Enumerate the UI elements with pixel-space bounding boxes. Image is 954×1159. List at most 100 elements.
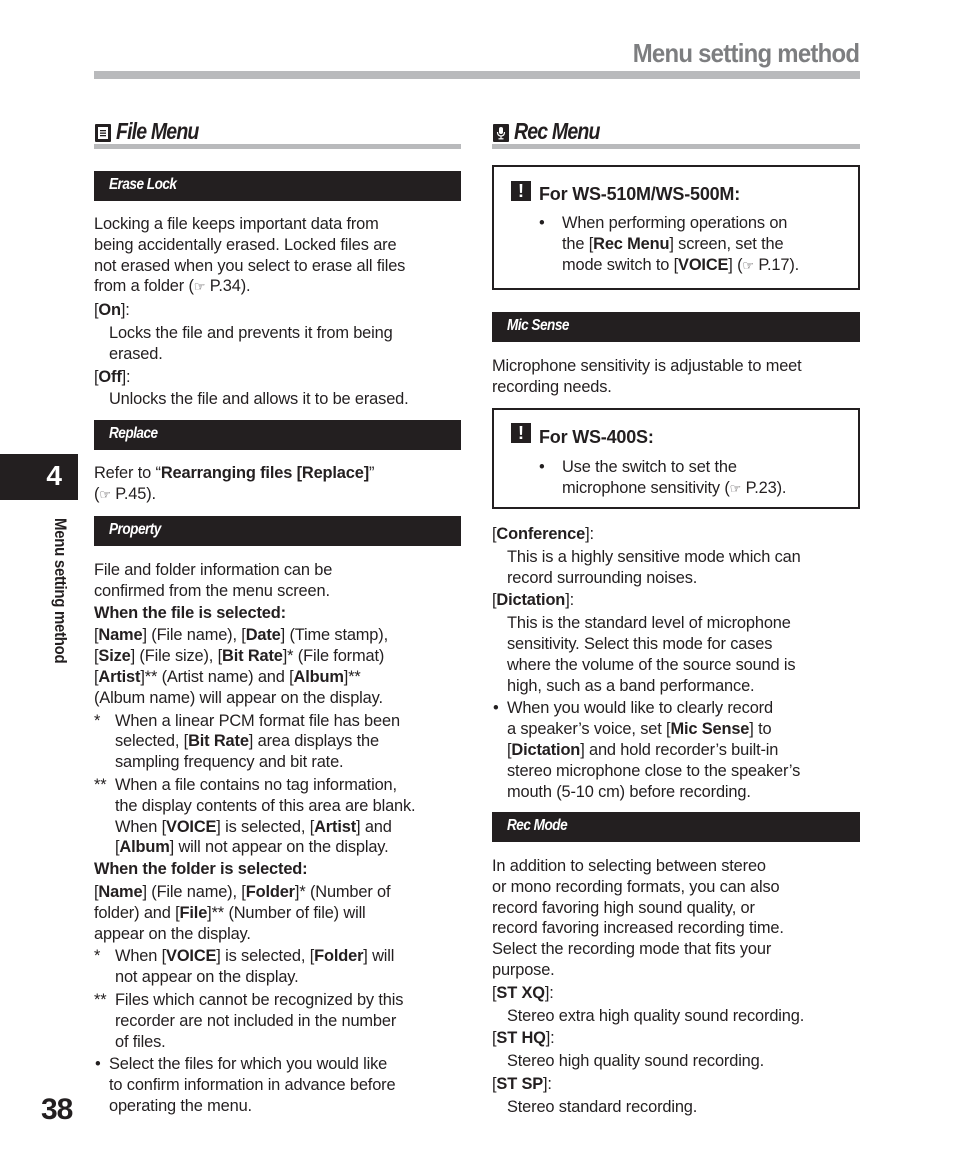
text-line: When you would like to clearly record bbox=[507, 699, 773, 718]
page-ref: P.34). bbox=[209, 277, 251, 296]
bullet-item: • Select the files for which you would l… bbox=[94, 1054, 415, 1116]
text-line: of files. bbox=[115, 1032, 166, 1051]
page-reference-icon: ☞ bbox=[193, 279, 206, 295]
text-line: Microphone sensitivity is adjustable to … bbox=[492, 357, 802, 375]
page-ref: P.17). bbox=[758, 255, 800, 274]
field-label: Album bbox=[119, 838, 170, 857]
note-box-ws510m: ! For WS-510M/WS-500M: • When performing… bbox=[492, 165, 860, 290]
text: Refer to “ bbox=[94, 464, 161, 482]
text: ] area displays the bbox=[248, 732, 379, 751]
footnote-marker: * bbox=[94, 711, 101, 730]
option-desc: sensitivity. Select this mode for cases bbox=[507, 634, 773, 653]
bullet-item: • When performing operations on the [Rec… bbox=[537, 213, 799, 276]
text: When [ bbox=[115, 947, 167, 966]
text: folder) and [ bbox=[94, 903, 180, 922]
chapter-number: 4 bbox=[46, 460, 62, 491]
page-number: 38 bbox=[41, 1093, 73, 1126]
field-label: Bit Rate bbox=[222, 647, 283, 666]
option-desc: Unlocks the file and allows it to be era… bbox=[109, 390, 409, 409]
field-label: File bbox=[179, 903, 208, 922]
footnote-marker: * bbox=[94, 947, 101, 966]
footnote: ** Files which cannot be recognized by t… bbox=[94, 990, 415, 1052]
bullet-item: • Use the switch to set the microphone s… bbox=[537, 457, 786, 500]
text-line: or mono recording formats, you can also bbox=[492, 877, 780, 896]
page-reference-icon: ☞ bbox=[99, 486, 111, 502]
footnote: * When a linear PCM format file has been… bbox=[94, 711, 415, 773]
footnote: * When [VOICE] is selected, [Folder] wil… bbox=[94, 946, 415, 988]
option-desc: record surrounding noises. bbox=[507, 568, 698, 587]
text-line: the display contents of this area are bl… bbox=[115, 796, 416, 815]
field-label: Mic Sense bbox=[670, 720, 750, 739]
text-line: folder) and [File]** (Number of file) wi… bbox=[94, 903, 366, 922]
text-line: recording needs. bbox=[492, 377, 612, 396]
field-label: Folder bbox=[245, 882, 295, 901]
text-line: appear on the display. bbox=[94, 924, 251, 943]
bullet-item: • When you would like to clearly record … bbox=[492, 698, 801, 802]
text: mode switch to [ bbox=[562, 255, 679, 274]
header-rule bbox=[94, 71, 860, 79]
erase-lock-heading: Erase Lock bbox=[94, 171, 461, 201]
text: ] screen, set the bbox=[669, 234, 784, 253]
erase-lock-heading-text: Erase Lock bbox=[109, 176, 177, 193]
bullet-marker: • bbox=[493, 699, 499, 718]
text-line: operating the menu. bbox=[109, 1096, 252, 1115]
text: (Time stamp), bbox=[285, 626, 388, 645]
replace-heading-text: Replace bbox=[109, 425, 158, 442]
caution-icon: ! bbox=[511, 423, 531, 443]
text-line: the [Rec Menu] screen, set the bbox=[562, 234, 799, 255]
text-line: stereo microphone close to the speaker’s bbox=[507, 761, 801, 780]
text-line: selected, [Bit Rate] area displays the bbox=[115, 731, 415, 752]
bullet-marker: • bbox=[539, 214, 545, 232]
rec-mode-heading-text: Rec Mode bbox=[507, 817, 568, 834]
rec-mode-body: In addition to selecting between stereo … bbox=[492, 856, 804, 1118]
text-line: Select the files for which you would lik… bbox=[109, 1055, 388, 1074]
note-body: • When performing operations on the [Rec… bbox=[537, 213, 799, 276]
replace-body: Refer to “Rearranging files [Replace]” (… bbox=[94, 463, 374, 506]
footnote: ** When a file contains no tag informati… bbox=[94, 775, 416, 858]
text-line: When a file contains no tag information, bbox=[115, 775, 397, 794]
text-line: In addition to selecting between stereo bbox=[492, 857, 766, 875]
text-line: confirmed from the menu screen. bbox=[94, 581, 330, 600]
text: ] to bbox=[749, 720, 772, 739]
field-label: Size bbox=[98, 647, 131, 666]
text-line: purpose. bbox=[492, 960, 555, 979]
bullet-marker: • bbox=[95, 1055, 101, 1074]
text: When [ bbox=[115, 817, 167, 836]
text-line: recorder are not included in the number bbox=[115, 1011, 397, 1030]
mode-st-hq: [ST HQ]: bbox=[492, 1029, 555, 1048]
text: (File name), [ bbox=[146, 882, 246, 901]
text-line: a speaker’s voice, set [Mic Sense] to bbox=[507, 719, 801, 740]
note-box-ws400s: ! For WS-400S: • Use the switch to set t… bbox=[492, 408, 860, 509]
caution-icon: ! bbox=[511, 181, 531, 201]
text-line: microphone sensitivity (☞ P.23). bbox=[562, 478, 786, 500]
text-line: When performing operations on bbox=[562, 214, 788, 232]
text-line: [Album] will not appear on the display. bbox=[115, 838, 389, 857]
option-on: [On]: bbox=[94, 301, 130, 320]
note-body: • Use the switch to set the microphone s… bbox=[537, 457, 786, 500]
text-line: mode switch to [VOICE] (☞ P.17). bbox=[562, 255, 799, 277]
document-icon bbox=[95, 124, 111, 142]
field-label: Name bbox=[98, 626, 143, 645]
field-label: Artist bbox=[314, 817, 357, 836]
option-desc: high, such as a band performance. bbox=[507, 676, 755, 695]
field-label: VOICE bbox=[166, 817, 217, 836]
page-reference-icon: ☞ bbox=[729, 480, 742, 496]
mic-sense-intro: Microphone sensitivity is adjustable to … bbox=[492, 356, 802, 398]
text: selected, [ bbox=[115, 732, 189, 751]
option-desc: Stereo standard recording. bbox=[507, 1097, 698, 1116]
option-desc: This is the standard level of microphone bbox=[507, 614, 791, 633]
rec-menu-rule bbox=[492, 144, 860, 149]
text-line: When a linear PCM format file has been bbox=[115, 711, 400, 730]
rec-mode-heading: Rec Mode bbox=[492, 812, 860, 842]
text-line: record favoring high sound quality, or bbox=[492, 898, 755, 917]
page-reference-icon: ☞ bbox=[742, 257, 754, 273]
text-line: [Dictation] and hold recorder’s built-in bbox=[507, 740, 779, 759]
text-line: sampling frequency and bit rate. bbox=[115, 753, 344, 772]
erase-lock-body: Locking a file keeps important data from… bbox=[94, 214, 409, 410]
text-line: Select the recording mode that fits your bbox=[492, 940, 772, 959]
text-line: not erased when you select to erase all … bbox=[94, 256, 406, 275]
chapter-side-label: Menu setting method bbox=[51, 518, 70, 664]
text: ** bbox=[348, 667, 361, 686]
page-ref: P.23). bbox=[745, 478, 787, 497]
microphone-icon bbox=[493, 124, 509, 142]
